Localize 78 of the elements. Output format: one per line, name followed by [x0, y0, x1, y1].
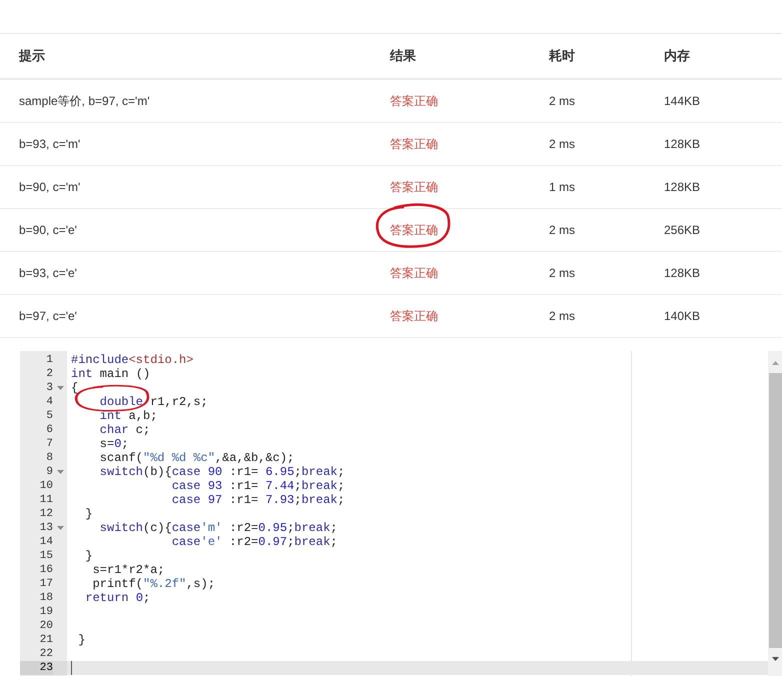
result-status: 答案正确 [390, 180, 438, 194]
column-header: 耗时 [549, 48, 575, 64]
result-status: 答案正确 [390, 94, 438, 108]
line-number: 15 [38, 549, 53, 563]
table-cell: 128KB [664, 180, 700, 194]
table-cell: sample等价, b=97, c='m' [19, 94, 150, 108]
column-header: 提示 [19, 48, 45, 64]
table-cell: 128KB [664, 266, 700, 280]
code-line: switch(c){case'm' :r2=0.95;break; [98, 521, 338, 535]
code-line: s=r1*r2*a; [92, 563, 165, 577]
code-line: int main () [71, 367, 150, 381]
table-cell: b=93, c='m' [19, 137, 80, 151]
text-cursor [71, 661, 72, 675]
code-line: switch(b){case 90 :r1= 6.95;break; [98, 465, 345, 479]
fold-arrow-icon[interactable] [56, 386, 64, 390]
table-cell: 144KB [664, 94, 700, 108]
code-line: } [84, 549, 93, 563]
code-line: double r1,r2,s; [98, 395, 208, 409]
line-number: 16 [38, 563, 53, 577]
table-cell: b=93, c='e' [19, 266, 77, 280]
result-status: 答案正确 [390, 309, 438, 323]
table-cell: 256KB [664, 223, 700, 237]
line-number: 5 [45, 409, 53, 423]
line-number: 12 [38, 507, 53, 521]
code-line: return 0; [84, 591, 150, 605]
line-number: 23 [20, 661, 53, 675]
table-cell: 2 ms [549, 137, 576, 151]
result-status: 答案正确 [390, 137, 438, 151]
line-number: 19 [38, 605, 53, 619]
line-number: 14 [38, 535, 53, 549]
table-cell: 128KB [664, 137, 700, 151]
code-line: s=0; [98, 437, 129, 451]
code-line: printf("%.2f",s); [92, 577, 216, 591]
table-cell: 140KB [664, 309, 700, 323]
result-status: 答案正确 [390, 223, 438, 237]
line-number: 3 [45, 381, 53, 395]
table-cell: 2 ms [549, 94, 576, 108]
line-number: 6 [45, 423, 53, 437]
code-line: } [77, 633, 86, 647]
scroll-up-arrow-icon[interactable] [772, 361, 778, 365]
code-line: int a,b; [98, 409, 158, 423]
scrollbar[interactable] [768, 351, 782, 676]
code-line: #include<stdio.h> [71, 353, 194, 367]
line-number: 20 [38, 619, 53, 633]
line-number: 11 [38, 493, 53, 507]
line-number: 17 [38, 577, 53, 591]
table-cell: 2 ms [549, 223, 576, 237]
code-line: } [84, 507, 93, 521]
line-number: 7 [45, 437, 53, 451]
line-number: 22 [38, 647, 53, 661]
table-cell: b=97, c='e' [19, 309, 77, 323]
table-cell: b=90, c='m' [19, 180, 80, 194]
scrollbar-thumb[interactable] [768, 373, 782, 648]
fold-arrow-icon[interactable] [56, 526, 64, 530]
table-cell: 2 ms [549, 309, 576, 323]
line-number: 9 [45, 465, 53, 479]
line-number: 18 [38, 591, 53, 605]
line-number: 2 [45, 367, 53, 381]
code-line: case 93 :r1= 7.44;break; [170, 479, 345, 493]
code-line: case'e' :r2=0.97;break; [170, 535, 338, 549]
table-cell: 1 ms [549, 180, 576, 194]
line-number: 13 [38, 521, 53, 535]
code-line: case 97 :r1= 7.93;break; [170, 493, 345, 507]
table-cell: b=90, c='e' [19, 223, 77, 237]
table-cell: 2 ms [549, 266, 576, 280]
line-number: 1 [45, 353, 53, 367]
code-line: char c; [98, 423, 150, 437]
line-number: 8 [45, 451, 53, 465]
line-number: 4 [45, 395, 53, 409]
column-header: 内存 [664, 48, 690, 64]
line-number: 10 [38, 479, 53, 493]
column-header: 结果 [390, 48, 416, 64]
code-line: { [71, 381, 78, 395]
scroll-down-arrow-icon[interactable] [772, 657, 778, 661]
fold-arrow-icon[interactable] [56, 470, 64, 474]
result-status: 答案正确 [390, 266, 438, 280]
code-line: scanf("%d %d %c",&a,&b,&c); [98, 451, 294, 465]
line-number: 21 [38, 633, 53, 647]
